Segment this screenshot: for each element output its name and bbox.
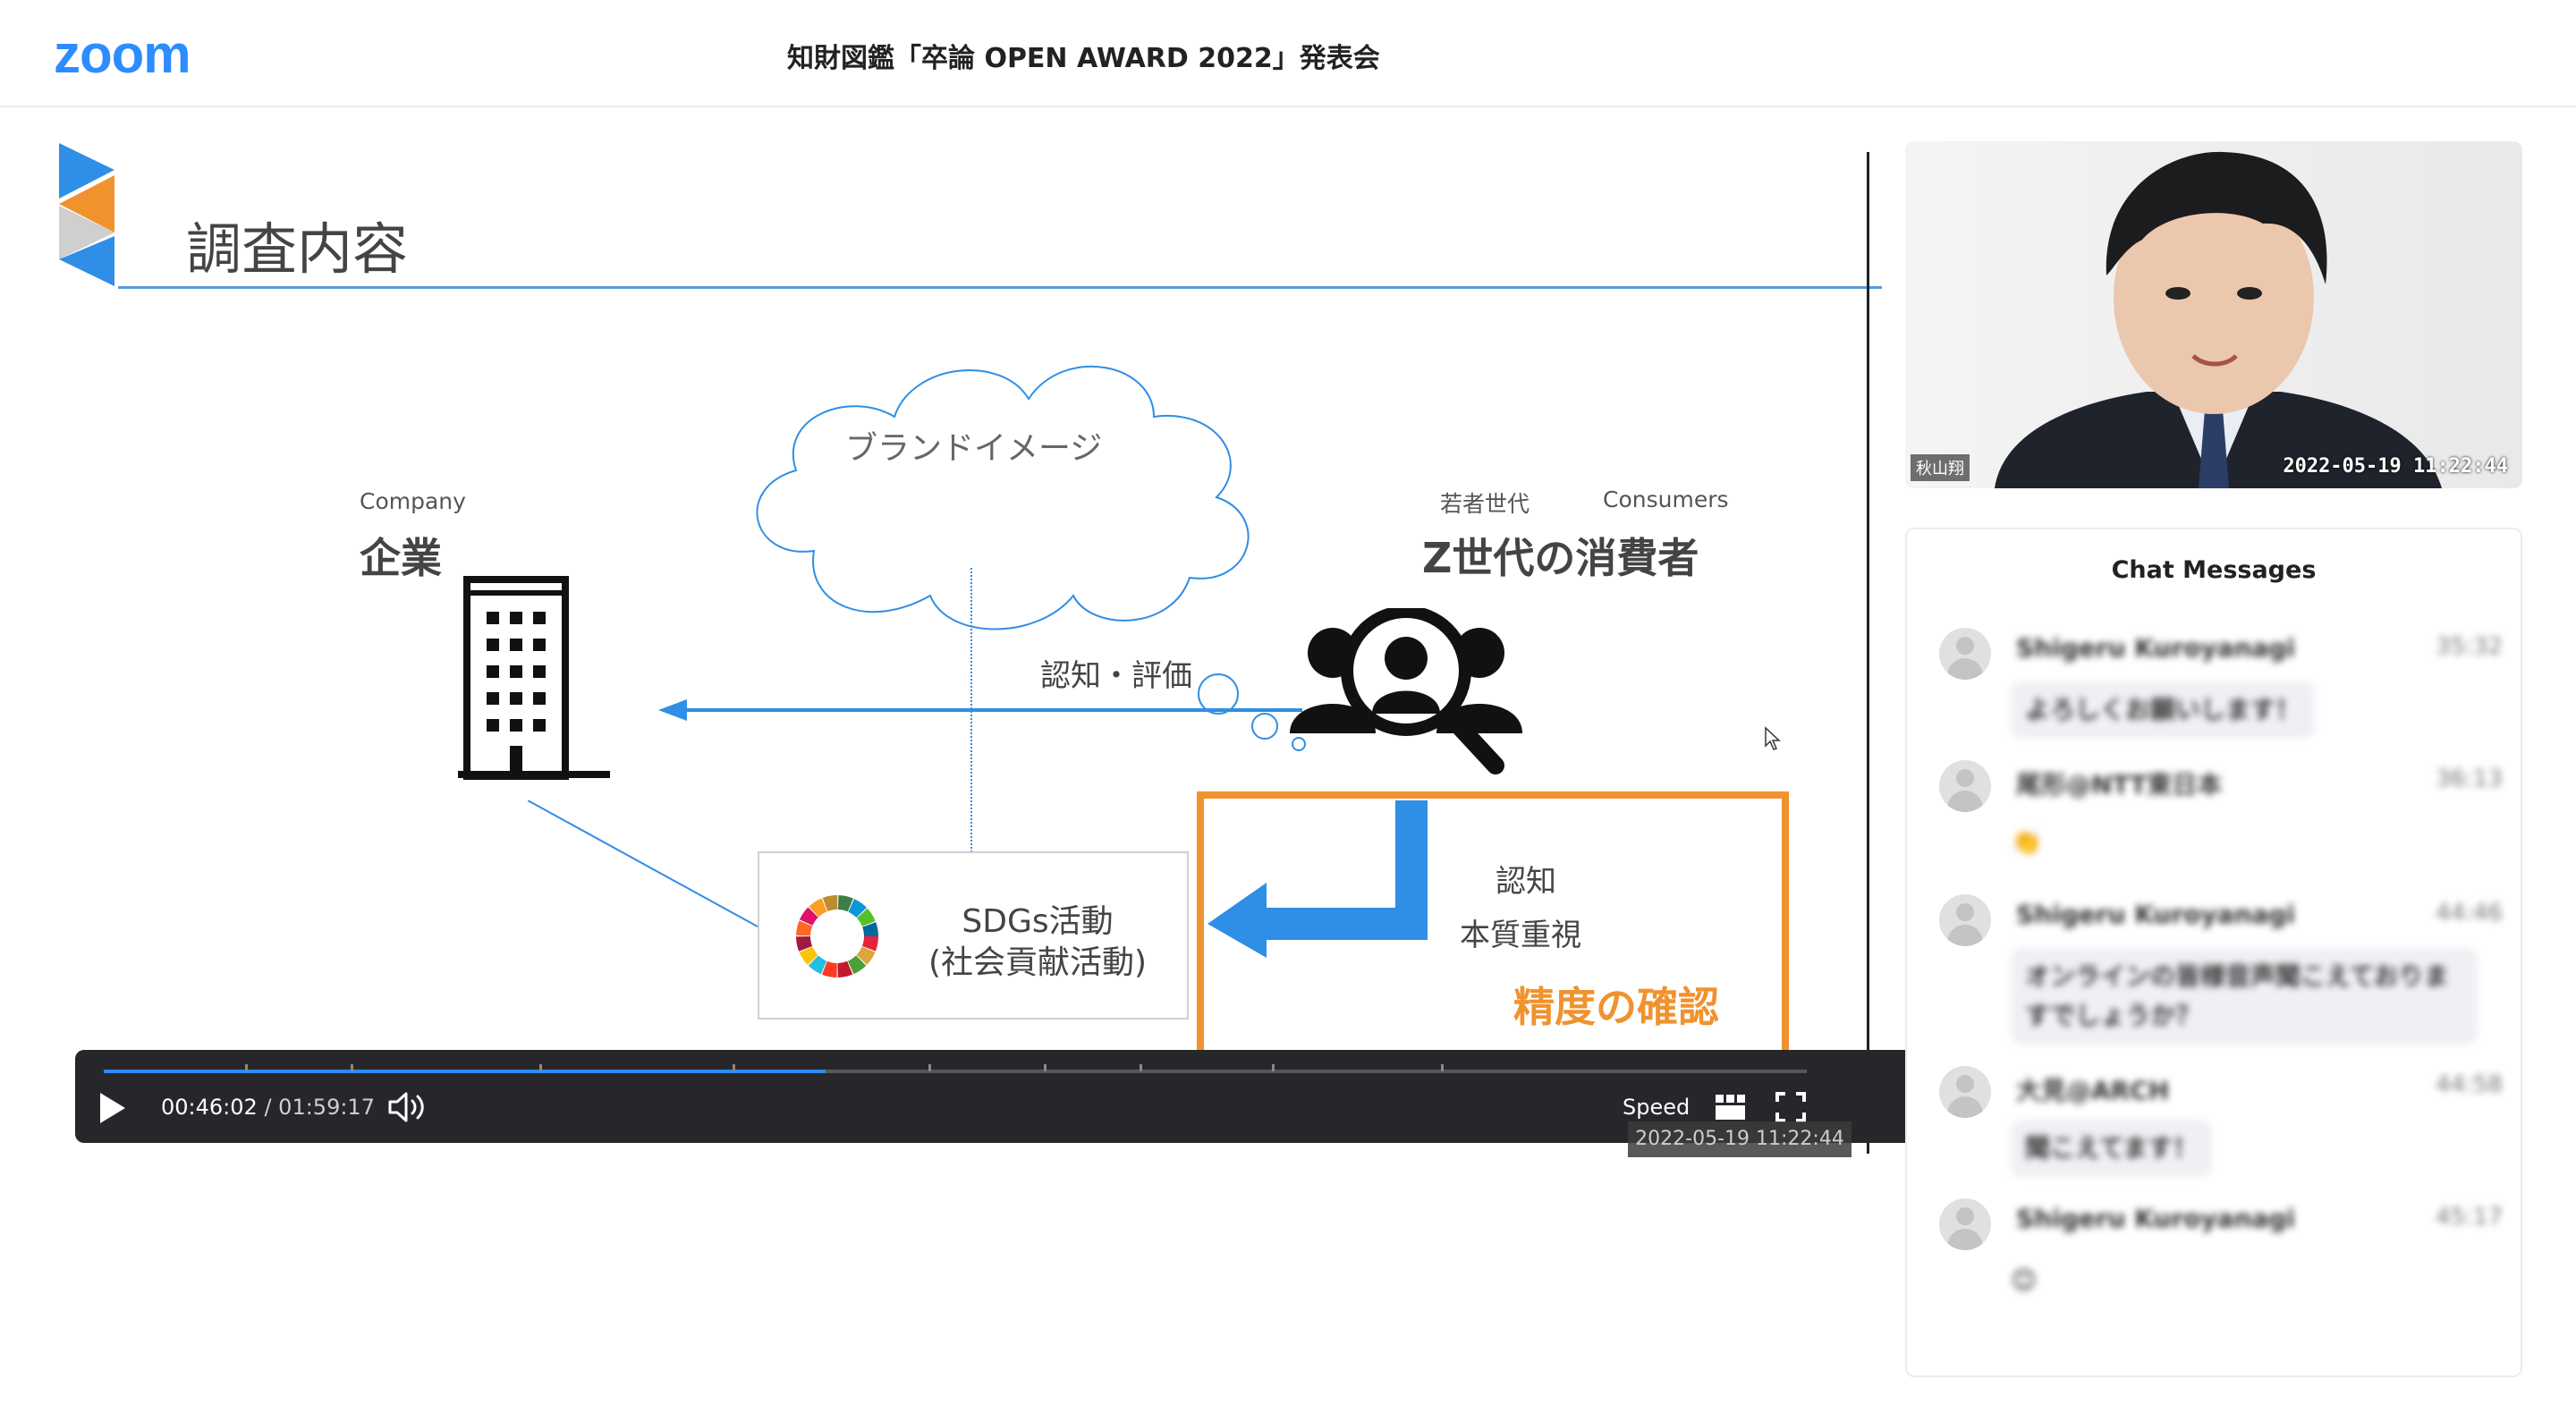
sdgs-wheel-icon (796, 895, 878, 977)
panel-divider (1867, 152, 1869, 1154)
volume-icon[interactable] (386, 1089, 428, 1125)
avatar (1939, 628, 1991, 680)
message-time: 44:58 (2436, 1071, 2503, 1098)
avatar (1939, 894, 1991, 946)
avatar (1939, 1198, 1991, 1250)
message-time: 45:17 (2436, 1204, 2503, 1231)
playback-time: 00:46:02 / 01:59:17 (161, 1095, 375, 1120)
heading-rule (118, 286, 1882, 289)
message-time: 44:46 (2436, 900, 2503, 926)
participant-name: 秋山翔 (1911, 454, 1970, 481)
speaker-figure (1905, 141, 2522, 488)
company-jp-label: 企業 (360, 534, 442, 582)
sender-name: 大見@ARCH (2016, 1076, 2170, 1105)
gallery-view-icon[interactable] (1714, 1091, 1746, 1123)
chapter-tick (732, 1064, 735, 1071)
chapter-tick (1272, 1064, 1275, 1071)
progress-bar[interactable] (104, 1064, 1807, 1073)
progress-fill (104, 1070, 826, 1073)
message-text: 聞こえてます！ (2011, 1120, 2213, 1177)
consumer-jp-label: Z世代の消費者 (1422, 534, 1699, 582)
company-en-label: Company (360, 488, 466, 514)
building-icon (458, 576, 610, 780)
speaker-video[interactable]: 秋山翔 2022-05-19 11:22:44 (1905, 141, 2522, 488)
chat-title: Chat Messages (2111, 556, 2317, 584)
camera-timestamp: 2022-05-19 11:22:44 (2283, 455, 2508, 478)
bent-arrow (1208, 800, 1428, 958)
zoom-logo[interactable]: zoom (54, 23, 191, 85)
slide-logo-mark (59, 143, 114, 286)
box-emphasis: 精度の確認 (1513, 983, 1719, 1031)
play-button[interactable] (100, 1093, 125, 1123)
message-time: 36:13 (2436, 766, 2503, 792)
sender-name: Shigeru Kuroyanagi (2016, 633, 2296, 663)
building-sdgs-connector (528, 800, 767, 932)
avatar (1939, 1066, 1991, 1118)
slide-heading: 調査内容 (186, 216, 409, 282)
box-line1: 認知 (1496, 864, 1556, 900)
video-timestamp-overlay: 2022-05-19 11:22:44 (1628, 1121, 1852, 1157)
chapter-tick (539, 1064, 543, 1071)
duration: 01:59:17 (278, 1095, 375, 1120)
chat-panel: Chat Messages Shigeru Kuroyanagi 35:32 よ… (1905, 528, 2522, 1377)
box-line2: 本質重視 (1460, 918, 1581, 953)
left-arrow (658, 699, 1302, 721)
message-text: オンラインの皆様音声聞こえておりますでしょうか？ (2011, 948, 2478, 1045)
speed-button[interactable]: Speed (1623, 1095, 1690, 1120)
people-search-icon (1290, 608, 1522, 774)
message-text: 😊 (2011, 1265, 2038, 1295)
shared-screen-slide: 調査内容 ブランドイメージ Company 企業 若者世代 Consumers … (54, 134, 1882, 1136)
cloud-text: ブランドイメージ (845, 430, 1103, 467)
message-text: よろしくお願いします！ (2011, 681, 2316, 739)
time-separator: / (264, 1095, 272, 1120)
sdgs-label: SDGs活動 (社会貢献活動) (877, 901, 1199, 984)
sender-name: Shigeru Kuroyanagi (2016, 900, 2296, 929)
consumer-sub-en: Consumers (1603, 487, 1729, 512)
chapter-tick (1044, 1064, 1046, 1071)
meeting-title: 知財図鑑「卒論 OPEN AWARD 2022」発表会 (787, 43, 1380, 74)
mouse-cursor-icon (1765, 726, 1781, 750)
chapter-tick (1139, 1064, 1142, 1071)
sender-name: 尾形@NTT東日本 (2016, 770, 2223, 800)
fullscreen-icon[interactable] (1775, 1091, 1807, 1123)
top-bar: zoom 知財図鑑「卒論 OPEN AWARD 2022」発表会 (0, 0, 2576, 107)
message-text: 👏 (2011, 827, 2042, 857)
sender-name: Shigeru Kuroyanagi (2016, 1204, 2296, 1233)
chapter-tick (351, 1064, 354, 1071)
arrow-label: 認知・評価 (1040, 658, 1192, 694)
avatar (1939, 760, 1991, 812)
sdgs-line1: SDGs活動 (962, 903, 1114, 940)
chapter-tick (245, 1064, 249, 1071)
chapter-tick (1440, 1064, 1444, 1071)
current-time: 00:46:02 (161, 1095, 258, 1120)
consumer-sub-jp: 若者世代 (1440, 491, 1530, 517)
chapter-tick (928, 1064, 931, 1071)
message-time: 35:32 (2436, 633, 2503, 660)
sdgs-line2: (社会貢献活動) (928, 944, 1148, 981)
